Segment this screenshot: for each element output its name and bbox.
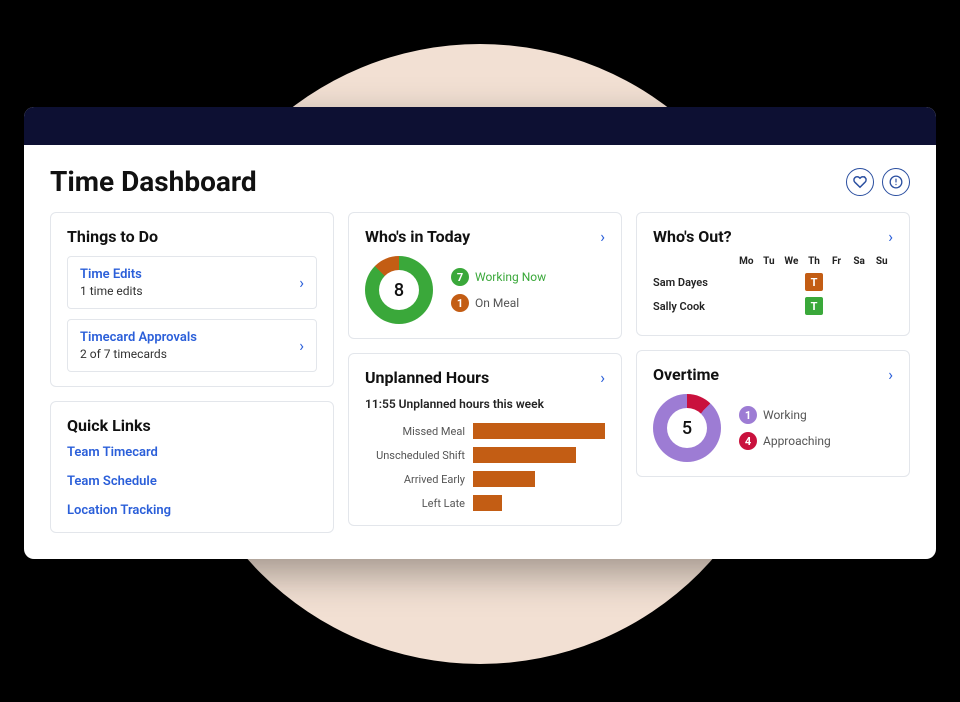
alert-icon xyxy=(889,175,903,189)
page-title: Time Dashboard xyxy=(50,165,257,198)
legend-count: 7 xyxy=(451,268,469,286)
legend-label: Approaching xyxy=(763,434,831,448)
quick-links-card: Quick Links Team Timecard Team Schedule … xyxy=(50,401,334,533)
day-label: Th xyxy=(803,256,826,267)
legend-label: Working Now xyxy=(475,270,546,284)
todo-item-subtitle: 1 time edits xyxy=(80,284,143,298)
legend-working-now: 7 Working Now xyxy=(451,268,546,286)
legend-working: 1 Working xyxy=(739,406,831,424)
bar-row: Arrived Early xyxy=(365,471,605,487)
day-label: Su xyxy=(870,256,893,267)
legend-on-meal: 1 On Meal xyxy=(451,294,546,312)
whos-in-total: 8 xyxy=(379,270,419,310)
bar-label: Missed Meal xyxy=(365,425,473,438)
chevron-right-icon: › xyxy=(299,336,304,355)
whos-in-donut: 8 xyxy=(365,256,433,324)
link-location-tracking[interactable]: Location Tracking xyxy=(67,503,317,518)
unplanned-hours-card: Unplanned Hours › 11:55 Unplanned hours … xyxy=(348,353,622,526)
legend-count: 1 xyxy=(451,294,469,312)
overtime-title: Overtime xyxy=(653,365,719,384)
todo-item-title: Timecard Approvals xyxy=(80,330,197,345)
days-header: MoTuWeThFrSaSu xyxy=(653,256,893,267)
app-window: Time Dashboard Things to Do Time Edits xyxy=(24,107,936,559)
favorite-button[interactable] xyxy=(846,168,874,196)
person-name: Sally Cook xyxy=(653,300,735,313)
todo-item-time-edits[interactable]: Time Edits 1 time edits › xyxy=(67,256,317,309)
out-row: Sam Dayes T xyxy=(653,273,893,291)
whos-out-expand[interactable]: › xyxy=(888,227,893,246)
bar-fill xyxy=(473,447,576,463)
bar-row: Unscheduled Shift xyxy=(365,447,605,463)
person-name: Sam Dayes xyxy=(653,276,735,289)
whos-in-expand[interactable]: › xyxy=(600,227,605,246)
legend-label: Working xyxy=(763,408,807,422)
link-team-timecard[interactable]: Team Timecard xyxy=(67,445,317,460)
chevron-right-icon: › xyxy=(299,273,304,292)
bar-fill xyxy=(473,471,535,487)
bar-label: Arrived Early xyxy=(365,473,473,486)
absence-tag: T xyxy=(805,273,823,291)
overtime-total: 5 xyxy=(667,408,707,448)
todo-item-title: Time Edits xyxy=(80,267,143,282)
bar-row: Left Late xyxy=(365,495,605,511)
bar-fill xyxy=(473,495,502,511)
whos-in-card: Who's in Today › 8 7 Working Now xyxy=(348,212,622,339)
day-label: We xyxy=(780,256,803,267)
legend-count: 1 xyxy=(739,406,757,424)
unplanned-subtitle: 11:55 Unplanned hours this week xyxy=(365,397,605,411)
whos-out-card: Who's Out? › MoTuWeThFrSaSu Sam DayesTSa… xyxy=(636,212,910,336)
day-label: Fr xyxy=(825,256,848,267)
heart-icon xyxy=(853,175,867,189)
absence-tag: T xyxy=(805,297,823,315)
legend-count: 4 xyxy=(739,432,757,450)
unplanned-bars: Missed Meal Unscheduled Shift Arrived Earl… xyxy=(365,423,605,511)
bar-row: Missed Meal xyxy=(365,423,605,439)
bar-label: Left Late xyxy=(365,497,473,510)
unplanned-title: Unplanned Hours xyxy=(365,368,489,387)
link-team-schedule[interactable]: Team Schedule xyxy=(67,474,317,489)
day-label: Mo xyxy=(735,256,758,267)
todo-item-timecard-approvals[interactable]: Timecard Approvals 2 of 7 timecards › xyxy=(67,319,317,372)
day-label: Sa xyxy=(848,256,871,267)
bar-fill xyxy=(473,423,605,439)
quick-links-title: Quick Links xyxy=(67,416,317,435)
bar-label: Unscheduled Shift xyxy=(365,449,473,462)
things-to-do-card: Things to Do Time Edits 1 time edits › T… xyxy=(50,212,334,387)
unplanned-expand[interactable]: › xyxy=(600,368,605,387)
todo-item-subtitle: 2 of 7 timecards xyxy=(80,347,197,361)
things-to-do-title: Things to Do xyxy=(67,227,317,246)
alert-button[interactable] xyxy=(882,168,910,196)
overtime-expand[interactable]: › xyxy=(888,365,893,384)
out-row: Sally Cook T xyxy=(653,297,893,315)
day-label: Tu xyxy=(758,256,781,267)
legend-label: On Meal xyxy=(475,296,519,310)
whos-in-title: Who's in Today xyxy=(365,227,470,246)
whos-out-title: Who's Out? xyxy=(653,227,732,246)
overtime-card: Overtime › 5 1 Working xyxy=(636,350,910,477)
legend-approaching: 4 Approaching xyxy=(739,432,831,450)
window-titlebar xyxy=(24,107,936,145)
overtime-donut: 5 xyxy=(653,394,721,462)
